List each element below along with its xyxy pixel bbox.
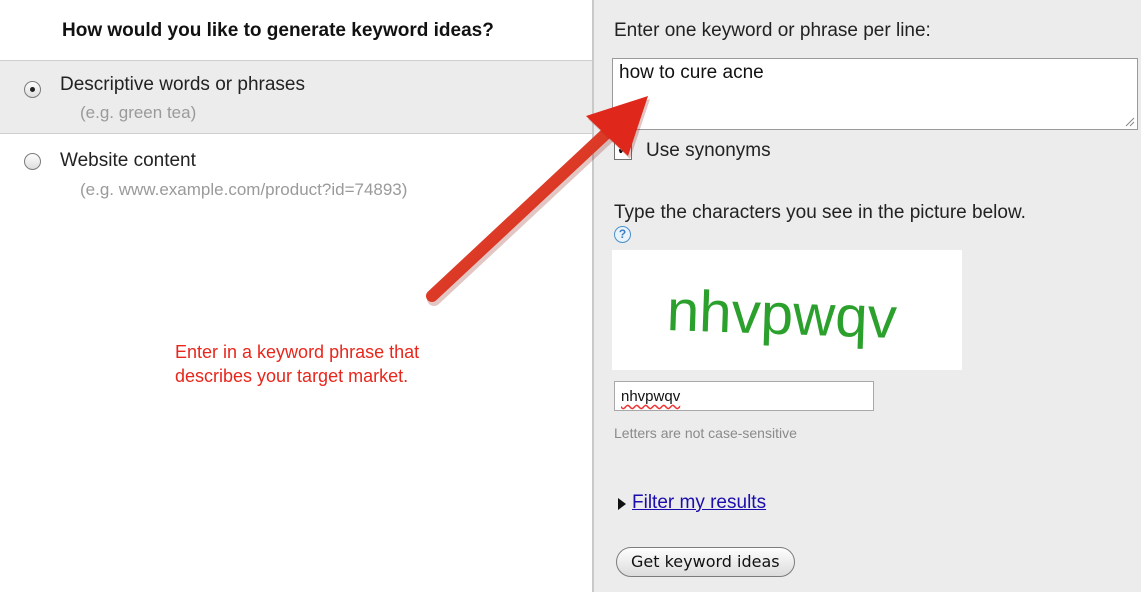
help-icon[interactable]: ?: [614, 226, 631, 243]
keyword-tool-form: How would you like to generate keyword i…: [0, 0, 1141, 592]
keyword-field-label: Enter one keyword or phrase per line:: [614, 20, 931, 41]
option-website-hint: (e.g. www.example.com/product?id=74893): [80, 180, 408, 199]
captcha-image-text: nhvpwqv: [666, 278, 898, 351]
radio-dot: [30, 87, 35, 92]
generation-method-panel: How would you like to generate keyword i…: [0, 0, 594, 592]
option-descriptive-label[interactable]: Descriptive words or phrases: [60, 74, 305, 96]
annotation-text: Enter in a keyword phrase that describes…: [175, 342, 420, 386]
disclosure-triangle-icon[interactable]: [618, 498, 626, 510]
captcha-input[interactable]: nhvpwqv: [614, 381, 874, 411]
captcha-image: nhvpwqv: [612, 250, 962, 370]
keyword-input-panel: Enter one keyword or phrase per line: ho…: [594, 0, 1141, 592]
resize-grip-icon[interactable]: [1125, 117, 1135, 127]
captcha-input-value: nhvpwqv: [621, 388, 681, 405]
radio-selected-icon[interactable]: [24, 81, 41, 98]
option-descriptive-hint: (e.g. green tea): [80, 103, 197, 122]
filter-results-link[interactable]: Filter my results: [632, 492, 766, 514]
keyword-textarea-value: how to cure acne: [619, 62, 764, 83]
option-website-content[interactable]: Website content (e.g. www.example.com/pr…: [0, 140, 592, 212]
synonyms-label[interactable]: Use synonyms: [646, 140, 771, 162]
option-website-label[interactable]: Website content: [60, 150, 196, 172]
option-descriptive-selected[interactable]: Descriptive words or phrases (e.g. green…: [0, 60, 592, 134]
method-question: How would you like to generate keyword i…: [62, 20, 494, 41]
radio-unselected-icon[interactable]: [24, 153, 41, 170]
captcha-hint: Letters are not case-sensitive: [614, 425, 797, 441]
captcha-instruction: Type the characters you see in the pictu…: [614, 202, 1026, 223]
get-keyword-ideas-button[interactable]: Get keyword ideas: [616, 547, 795, 577]
checkbox-checked-icon[interactable]: ✓: [614, 139, 632, 160]
keyword-textarea[interactable]: how to cure acne: [612, 58, 1138, 130]
